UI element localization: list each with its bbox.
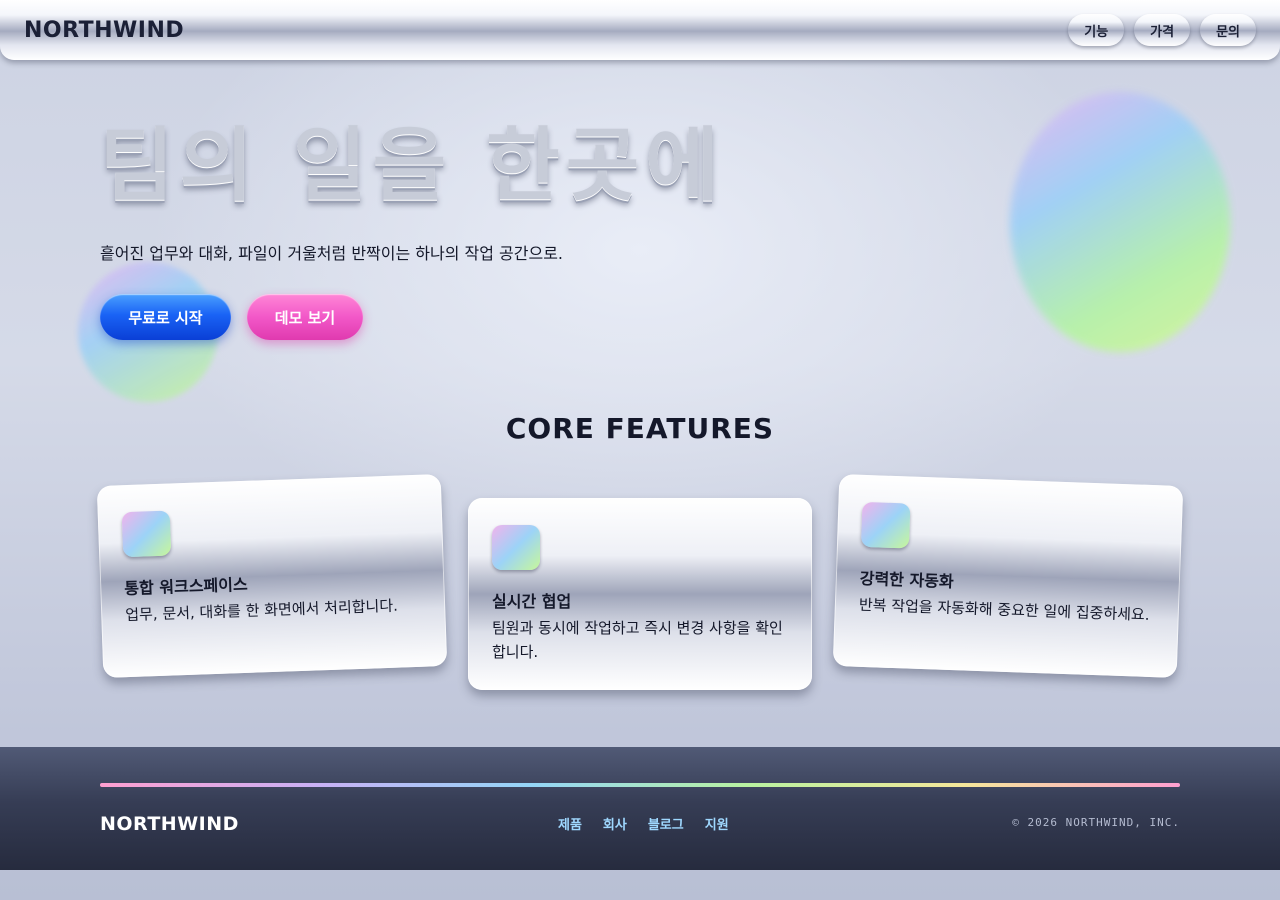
feature-card-title: 실시간 협업 bbox=[492, 592, 572, 611]
brand-logo[interactable]: NORTHWIND bbox=[24, 18, 184, 43]
rainbow-divider bbox=[100, 783, 1180, 787]
site-header: NORTHWIND 기능 가격 문의 bbox=[0, 0, 1280, 60]
feature-card-description: 팀원과 동시에 작업하고 즉시 변경 사항을 확인합니다. bbox=[492, 619, 783, 661]
footer-link-support[interactable]: 지원 bbox=[705, 814, 729, 833]
feature-card-description: 업무, 문서, 대화를 한 화면에서 처리합니다. bbox=[124, 596, 399, 625]
hero-title: 팀의 일을 한곳에 bbox=[100, 119, 725, 212]
nav-item-features[interactable]: 기능 bbox=[1068, 14, 1125, 46]
main-nav: 기능 가격 문의 bbox=[1068, 14, 1256, 46]
workspace-icon bbox=[121, 510, 172, 558]
decorative-gradient-blob bbox=[1010, 92, 1230, 352]
site-footer: NORTHWIND 제품 회사 블로그 지원 © 2026 NORTHWIND,… bbox=[0, 747, 1280, 870]
copyright-text: © 2026 NORTHWIND, INC. bbox=[1012, 816, 1180, 829]
footer-link-blog[interactable]: 블로그 bbox=[648, 814, 684, 833]
hero-subtitle: 흩어진 업무와 대화, 파일이 거울처럼 반짝이는 하나의 작업 공간으로. bbox=[100, 244, 564, 263]
start-free-button[interactable]: 무료로 시작 bbox=[100, 294, 231, 340]
features-section-title: CORE FEATURES bbox=[505, 412, 775, 445]
feature-card-automation[interactable]: 강력한 자동화 반복 작업을 자동화해 중요한 일에 집중하세요. bbox=[832, 474, 1184, 678]
nav-item-contact[interactable]: 문의 bbox=[1200, 14, 1256, 46]
collaboration-icon bbox=[492, 525, 540, 570]
view-demo-button[interactable]: 데모 보기 bbox=[247, 294, 363, 340]
feature-card-description: 반복 작업을 자동화해 중요한 일에 집중하세요. bbox=[858, 595, 1150, 624]
feature-card-collaboration[interactable]: 실시간 협업 팀원과 동시에 작업하고 즉시 변경 사항을 확인합니다. bbox=[468, 498, 812, 690]
nav-item-pricing[interactable]: 가격 bbox=[1134, 14, 1191, 46]
feature-card-title: 강력한 자동화 bbox=[859, 568, 954, 592]
feature-card-workspace[interactable]: 통합 워크스페이스 업무, 문서, 대화를 한 화면에서 처리합니다. bbox=[96, 474, 448, 678]
footer-link-product[interactable]: 제품 bbox=[558, 814, 582, 833]
feature-card-title: 통합 워크스페이스 bbox=[124, 574, 248, 599]
footer-links: 제품 회사 블로그 지원 bbox=[558, 814, 729, 833]
automation-icon bbox=[860, 501, 911, 549]
footer-link-company[interactable]: 회사 bbox=[603, 814, 627, 833]
footer-logo[interactable]: NORTHWIND bbox=[100, 813, 239, 835]
